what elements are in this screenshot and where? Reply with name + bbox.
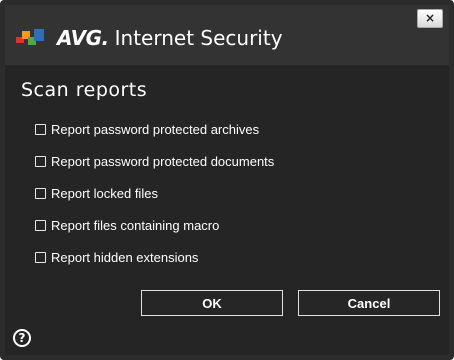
- option-report-macro-files[interactable]: Report files containing macro: [35, 216, 219, 234]
- title-bar[interactable]: AVG. Internet Security ×: [5, 5, 449, 65]
- avg-logo-icon: [16, 29, 44, 45]
- avg-dialog-window: AVG. Internet Security × Scan reports Rep…: [0, 0, 454, 360]
- close-icon: ×: [424, 11, 436, 25]
- section-title: Scan reports: [21, 79, 148, 101]
- option-label: Report locked files: [51, 185, 158, 201]
- option-report-hidden-extensions[interactable]: Report hidden extensions: [35, 248, 198, 266]
- dialog-body: Scan reports Report password protected a…: [5, 65, 449, 355]
- option-report-password-documents[interactable]: Report password protected documents: [35, 152, 274, 170]
- cancel-button[interactable]: Cancel: [298, 290, 440, 316]
- checkbox[interactable]: [35, 123, 46, 135]
- app-brand: AVG.: [57, 26, 109, 50]
- help-icon[interactable]: ?: [13, 329, 31, 347]
- option-report-password-archives[interactable]: Report password protected archives: [35, 120, 259, 138]
- app-product-name: Internet Security: [114, 26, 283, 50]
- option-report-locked-files[interactable]: Report locked files: [35, 184, 158, 202]
- checkbox[interactable]: [35, 155, 46, 167]
- option-label: Report hidden extensions: [51, 249, 199, 265]
- app-title: AVG. Internet Security: [57, 24, 283, 52]
- checkbox[interactable]: [35, 219, 46, 231]
- option-label: Report files containing macro: [51, 217, 220, 233]
- option-label: Report password protected archives: [51, 121, 260, 137]
- checkbox[interactable]: [35, 187, 46, 199]
- ok-button[interactable]: OK: [141, 290, 283, 316]
- checkbox[interactable]: [35, 251, 46, 263]
- option-label: Report password protected documents: [51, 153, 275, 169]
- close-button[interactable]: ×: [417, 9, 443, 28]
